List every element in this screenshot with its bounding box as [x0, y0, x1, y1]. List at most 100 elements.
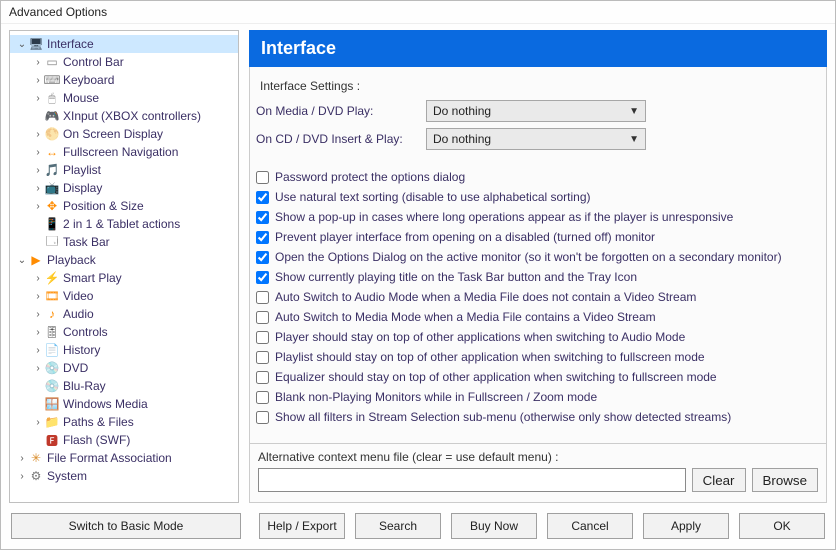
- checkbox[interactable]: [256, 251, 269, 264]
- checkbox-label: Player should stay on top of other appli…: [275, 330, 685, 344]
- caret-right-icon[interactable]: ›: [32, 75, 44, 86]
- tree-item[interactable]: ›▭Control Bar: [10, 53, 238, 71]
- checkbox-label: Show all filters in Stream Selection sub…: [275, 410, 731, 424]
- browse-button[interactable]: Browse: [752, 468, 818, 492]
- cancel-button[interactable]: Cancel: [547, 513, 633, 539]
- tree-item[interactable]: 🅵Flash (SWF): [10, 431, 238, 449]
- checkbox-row[interactable]: Show a pop-up in cases where long operat…: [256, 207, 820, 227]
- checkbox-label: Use natural text sorting (disable to use…: [275, 190, 591, 204]
- checkbox-row[interactable]: Use natural text sorting (disable to use…: [256, 187, 820, 207]
- page-title: Interface: [249, 30, 827, 67]
- tree-item[interactable]: ›♪Audio: [10, 305, 238, 323]
- checkbox[interactable]: [256, 291, 269, 304]
- tree-item[interactable]: ›📺Display: [10, 179, 238, 197]
- caret-right-icon[interactable]: ›: [32, 129, 44, 140]
- ok-button[interactable]: OK: [739, 513, 825, 539]
- checkbox-row[interactable]: Blank non-Playing Monitors while in Full…: [256, 387, 820, 407]
- checkbox[interactable]: [256, 351, 269, 364]
- tree-item[interactable]: 🗔Task Bar: [10, 233, 238, 251]
- tree-item[interactable]: ›⚡Smart Play: [10, 269, 238, 287]
- tree-item[interactable]: ⌄▶Playback: [10, 251, 238, 269]
- caret-right-icon[interactable]: ›: [32, 345, 44, 356]
- caret-right-icon[interactable]: ›: [32, 273, 44, 284]
- switch-basic-button[interactable]: Switch to Basic Mode: [11, 513, 241, 539]
- caret-right-icon[interactable]: ›: [32, 417, 44, 428]
- caret-right-icon[interactable]: ›: [32, 93, 44, 104]
- tree-item[interactable]: ›💿DVD: [10, 359, 238, 377]
- caret-right-icon[interactable]: ›: [32, 165, 44, 176]
- tree-item[interactable]: ›🎞Video: [10, 287, 238, 305]
- checkbox[interactable]: [256, 411, 269, 424]
- checkbox[interactable]: [256, 331, 269, 344]
- buy-now-button[interactable]: Buy Now: [451, 513, 537, 539]
- checkbox-list[interactable]: Password protect the options dialog Use n…: [250, 161, 826, 443]
- taskbar-icon: 🗔: [44, 234, 60, 250]
- caret-right-icon[interactable]: ›: [32, 327, 44, 338]
- checkbox[interactable]: [256, 311, 269, 324]
- tree-item[interactable]: ›⌨Keyboard: [10, 71, 238, 89]
- caret-down-icon[interactable]: ⌄: [16, 255, 28, 266]
- checkbox-row[interactable]: Equalizer should stay on top of other ap…: [256, 367, 820, 387]
- clear-button[interactable]: Clear: [692, 468, 746, 492]
- caret-right-icon[interactable]: ›: [32, 201, 44, 212]
- checkbox[interactable]: [256, 191, 269, 204]
- tree-item[interactable]: 💿Blu-Ray: [10, 377, 238, 395]
- checkbox-row[interactable]: Open the Options Dialog on the active mo…: [256, 247, 820, 267]
- display-icon: 📺: [44, 180, 60, 196]
- checkbox-row[interactable]: Password protect the options dialog: [256, 167, 820, 187]
- tree-item[interactable]: 🎮XInput (XBOX controllers): [10, 107, 238, 125]
- help-export-button[interactable]: Help / Export: [259, 513, 345, 539]
- tree-item[interactable]: ›🎵Playlist: [10, 161, 238, 179]
- apply-button[interactable]: Apply: [643, 513, 729, 539]
- tree-item-label: Position & Size: [63, 199, 144, 213]
- checkbox[interactable]: [256, 271, 269, 284]
- tree-item[interactable]: ›📁Paths & Files: [10, 413, 238, 431]
- caret-right-icon[interactable]: ›: [32, 363, 44, 374]
- tree-item[interactable]: ⌄🖥Interface: [10, 35, 238, 53]
- tree-item-label: 2 in 1 & Tablet actions: [63, 217, 180, 231]
- combo-media-play[interactable]: Do nothing ▼: [426, 100, 646, 122]
- tree-item-label: History: [63, 343, 100, 357]
- tree-item[interactable]: ›✥Position & Size: [10, 197, 238, 215]
- checkbox[interactable]: [256, 231, 269, 244]
- checkbox-row[interactable]: Auto Switch to Audio Mode when a Media F…: [256, 287, 820, 307]
- alt-menu-input[interactable]: [258, 468, 686, 492]
- checkbox-label: Playlist should stay on top of other app…: [275, 350, 705, 364]
- label-cd-play: On CD / DVD Insert & Play:: [256, 132, 426, 146]
- tree-item[interactable]: ›🖱Mouse: [10, 89, 238, 107]
- checkbox[interactable]: [256, 211, 269, 224]
- caret-right-icon[interactable]: ›: [32, 309, 44, 320]
- tree-item-label: File Format Association: [47, 451, 172, 465]
- caret-right-icon[interactable]: ›: [16, 453, 28, 464]
- settings-pane: Interface Interface Settings : On Media …: [249, 30, 827, 503]
- combo-cd-play[interactable]: Do nothing ▼: [426, 128, 646, 150]
- checkbox[interactable]: [256, 171, 269, 184]
- checkbox-row[interactable]: Auto Switch to Media Mode when a Media F…: [256, 307, 820, 327]
- tree-item[interactable]: 📱2 in 1 & Tablet actions: [10, 215, 238, 233]
- tree-item[interactable]: ›📄History: [10, 341, 238, 359]
- tree-item[interactable]: ›🎚Controls: [10, 323, 238, 341]
- caret-right-icon[interactable]: ›: [32, 291, 44, 302]
- caret-right-icon[interactable]: ›: [32, 57, 44, 68]
- checkbox-row[interactable]: Show currently playing title on the Task…: [256, 267, 820, 287]
- checkbox-row[interactable]: Player should stay on top of other appli…: [256, 327, 820, 347]
- caret-right-icon[interactable]: ›: [32, 183, 44, 194]
- checkbox[interactable]: [256, 371, 269, 384]
- caret-right-icon[interactable]: ›: [16, 471, 28, 482]
- tree-item[interactable]: ›⚙System: [10, 467, 238, 485]
- alt-menu-label: Alternative context menu file (clear = u…: [258, 450, 818, 464]
- checkbox[interactable]: [256, 391, 269, 404]
- tree-item[interactable]: ›🌕On Screen Display: [10, 125, 238, 143]
- tree-item[interactable]: ›↔Fullscreen Navigation: [10, 143, 238, 161]
- nav-tree[interactable]: ⌄🖥Interface›▭Control Bar›⌨Keyboard›🖱Mous…: [9, 30, 239, 503]
- caret-down-icon[interactable]: ⌄: [16, 39, 28, 50]
- tree-item[interactable]: 🪟Windows Media: [10, 395, 238, 413]
- checkbox-row[interactable]: Show all filters in Stream Selection sub…: [256, 407, 820, 427]
- tree-item[interactable]: ›✳File Format Association: [10, 449, 238, 467]
- tree-item-label: Blu-Ray: [63, 379, 106, 393]
- checkbox-row[interactable]: Playlist should stay on top of other app…: [256, 347, 820, 367]
- checkbox-row[interactable]: Prevent player interface from opening on…: [256, 227, 820, 247]
- chevron-down-icon: ▼: [629, 134, 639, 145]
- search-button[interactable]: Search: [355, 513, 441, 539]
- caret-right-icon[interactable]: ›: [32, 147, 44, 158]
